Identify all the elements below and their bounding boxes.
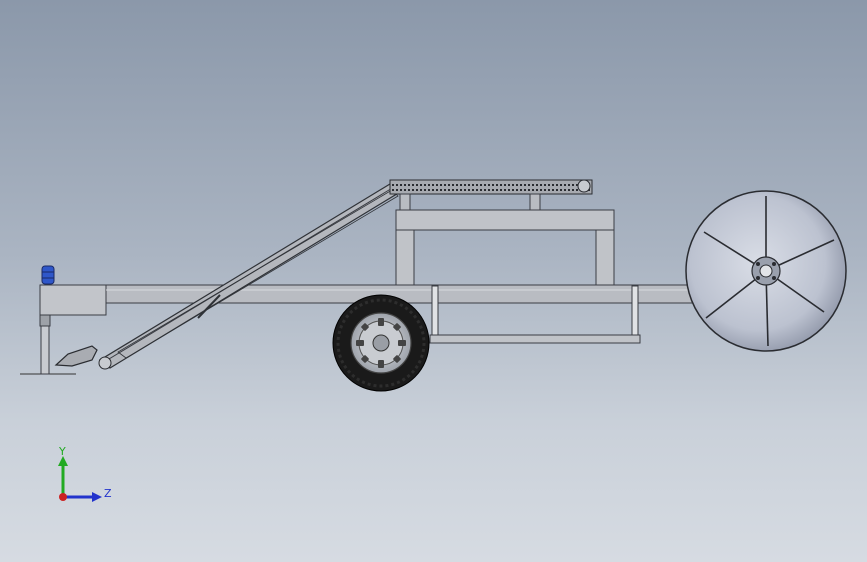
coordinate-triad: Y Z — [58, 445, 112, 502]
x-axis-origin-icon — [59, 493, 67, 501]
jack-stand — [39, 265, 55, 375]
digger-blade — [54, 345, 98, 367]
top-conveyor — [389, 179, 593, 211]
wheel — [332, 294, 430, 392]
trailer-side-view-drawing: Y Z — [20, 179, 847, 502]
y-axis-label: Y — [58, 445, 66, 458]
rotary-disc — [685, 190, 847, 352]
z-axis-label: Z — [104, 487, 112, 500]
cad-viewport[interactable]: Y Z — [0, 0, 867, 562]
hitch-spring-icon — [41, 265, 55, 285]
support-table-frame — [395, 209, 615, 286]
